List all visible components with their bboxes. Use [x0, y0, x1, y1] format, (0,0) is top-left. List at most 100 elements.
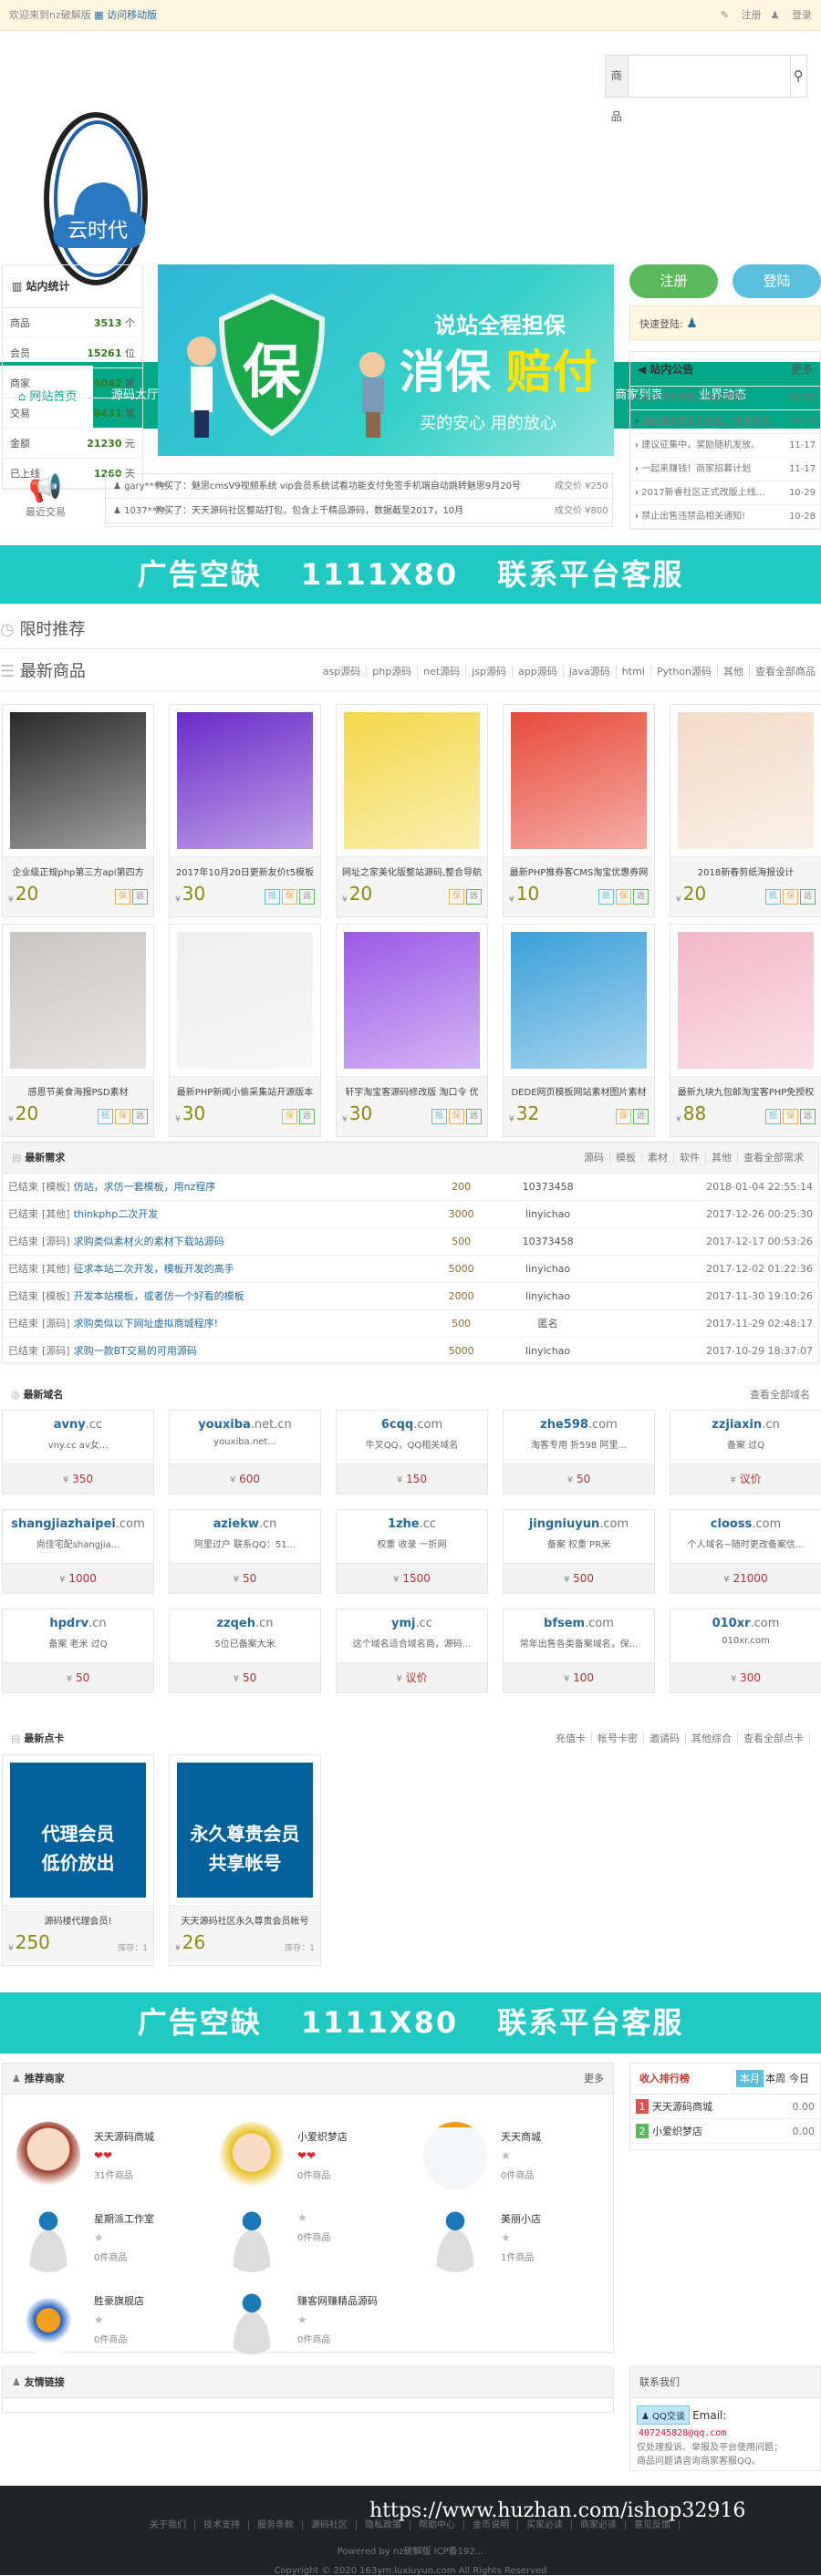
domain-card[interactable]: jingniuyun.com 备案 权重 PR米 ¥ 500 — [503, 1509, 655, 1594]
product-name[interactable]: 2017年10月20日更新友价t5模板 — [175, 864, 315, 878]
product-name[interactable]: 2018新春剪纸海报设计 — [676, 864, 816, 878]
ad-banner-top[interactable]: 广告空缺 1111X80 联系平台客服 — [0, 545, 821, 604]
ranking-tab[interactable]: 今日 — [787, 2070, 811, 2087]
ranking-item[interactable]: 2 小爱织梦店 0.00 — [630, 2119, 820, 2144]
notice-more-link[interactable]: 更多 — [791, 352, 813, 386]
footer-link[interactable]: 关于我们 — [141, 2520, 195, 2530]
product-image[interactable] — [511, 712, 647, 849]
product-name[interactable]: 最新九块九包邮淘宝客PHP免授权 — [676, 1084, 816, 1098]
merchant-avatar[interactable] — [220, 2204, 284, 2272]
domain-card[interactable]: zzjiaxin.cn 备案 过Q ¥ 议价 — [670, 1410, 821, 1495]
demand-filter-link[interactable]: 软件 — [674, 1152, 706, 1164]
merchant-item[interactable]: 美丽小店 ★ 1件商品 — [423, 2204, 624, 2277]
notice-item[interactable]: › 2017新睿社区正式改版上线... 10-29 — [630, 481, 820, 505]
merchant-item[interactable]: 小爱织梦店 ❤❤ 0件商品 — [220, 2122, 421, 2195]
point-card[interactable]: 代理会员 低价放出 源码楼代理会员! ¥250 库存：1 — [2, 1754, 154, 1966]
product-name[interactable]: 网址之家美化版整站源码,整合导航 — [342, 864, 482, 878]
product-card[interactable]: 2018新春剪纸海报设计 ¥20 抵保远 — [670, 704, 821, 917]
product-image[interactable] — [344, 712, 480, 849]
product-card[interactable]: 轩宇淘宝客源码修改版 淘口令 优 ¥30 抵保远 — [336, 924, 488, 1137]
ranking-item[interactable]: 1 天天源码商城 0.00 — [630, 2095, 820, 2119]
footer-link[interactable]: 技术支持 — [195, 2520, 249, 2530]
card-filter-link[interactable]: 帐号卡密 — [592, 1733, 644, 1744]
domain-card[interactable]: aziekw.cn 阿里过户 联系QQ：51... ¥ 50 — [169, 1509, 321, 1594]
mobile-link[interactable]: 访问移动版 — [107, 9, 157, 21]
merchant-avatar[interactable] — [220, 2122, 284, 2190]
product-card[interactable]: 网址之家美化版整站源码,整合导航 ¥20 保远 — [336, 704, 488, 917]
register-button[interactable]: 注册 — [629, 264, 718, 298]
merchant-item[interactable]: 天天源码商城 ❤❤ 31件商品 — [16, 2122, 217, 2195]
product-name[interactable]: 最新PHP推券客CMS淘宝优惠券网 — [509, 864, 649, 878]
card-name[interactable]: 天天源码社区永久尊贵会员帐号 — [175, 1913, 315, 1927]
domain-card[interactable]: 010xr.com 010xr.com ¥ 300 — [670, 1609, 821, 1693]
card-filter-link[interactable]: 邀请码 — [644, 1733, 686, 1744]
footer-link[interactable]: 服务条款 — [249, 2520, 303, 2530]
demand-filter-link[interactable]: 素材 — [642, 1152, 674, 1164]
merchant-avatar[interactable] — [220, 2286, 284, 2354]
demand-filter-link[interactable]: 其他 — [706, 1152, 738, 1164]
demand-filter-link[interactable]: 查看全部需求 — [738, 1152, 809, 1164]
product-name[interactable]: 最新PHP新闻小偷采集站开源版本 — [175, 1084, 315, 1098]
merchant-avatar[interactable] — [423, 2122, 487, 2190]
footer-link[interactable]: 源码社区 — [303, 2520, 357, 2530]
product-image[interactable] — [678, 712, 814, 849]
category-link[interactable]: html — [616, 666, 651, 678]
category-link[interactable]: app源码 — [513, 666, 564, 678]
category-link[interactable]: php源码 — [367, 666, 419, 678]
domain-card[interactable]: avny.cc vny.cc av女... ¥ 350 — [2, 1410, 154, 1495]
product-image[interactable] — [344, 932, 480, 1069]
demand-filter-link[interactable]: 模板 — [610, 1152, 642, 1164]
category-link[interactable]: 查看全部商品 — [750, 666, 821, 678]
domain-card[interactable]: zhe598.com 淘客专用 折598 阿里... ¥ 50 — [503, 1410, 655, 1495]
product-card[interactable]: 感恩节美食海报PSD素材 ¥20 抵保远 — [2, 924, 154, 1137]
login-link[interactable]: ♟ 登录 — [771, 9, 812, 21]
domain-card[interactable]: ymj.cc 这个域名适合域名商，源码... ¥ 议价 — [336, 1609, 488, 1693]
demand-title[interactable]: 仿站，求仿一套模板，用nz程序 — [74, 1174, 421, 1200]
product-image[interactable] — [10, 932, 146, 1069]
notice-item[interactable]: › 说站基本更新已完成，将逐步增... 11-29 — [630, 410, 820, 434]
product-card[interactable]: 最新PHP新闻小偷采集站开源版本 ¥30 保远 — [169, 924, 321, 1137]
domain-card[interactable]: 6cqq.com 牛叉QQ，QQ相关域名 ¥ 150 — [336, 1410, 488, 1495]
demand-title[interactable]: 求购类似素材火的素材下载站源码 — [74, 1228, 421, 1255]
product-card[interactable]: 企业级正规php第三方api第四方 ¥20 保远 — [2, 704, 154, 917]
contact-email[interactable]: 407245828@qq.com — [637, 2427, 729, 2439]
card-filter-link[interactable]: 查看全部点卡 — [738, 1733, 810, 1744]
notice-item[interactable]: › 禁止出售违禁品相关通知! 10-28 — [630, 505, 820, 529]
domain-card[interactable]: 1zhe.cc 权重 收录 一折网 ¥ 1500 — [336, 1509, 488, 1594]
category-link[interactable]: asp源码 — [317, 666, 368, 678]
notice-item[interactable]: › 一起来赚钱！商家招募计划 11-17 — [630, 458, 820, 481]
merchant-item[interactable]: 星期派工作室 ★ 0件商品 — [16, 2204, 217, 2277]
merchant-item[interactable]: 胜豪旗舰店 ★ 0件商品 — [16, 2286, 217, 2359]
category-link[interactable]: java源码 — [563, 666, 617, 678]
demand-title[interactable]: 求购类似以下网址虚拟商城程序! — [74, 1310, 421, 1337]
card-name[interactable]: 源码楼代理会员! — [8, 1913, 148, 1927]
card-filter-link[interactable]: 充值卡 — [550, 1733, 592, 1744]
ad-banner-bottom[interactable]: 广告空缺 1111X80 联系平台客服 — [0, 1992, 821, 2054]
card-image[interactable]: 代理会员 低价放出 — [10, 1763, 146, 1898]
category-link[interactable]: Python源码 — [650, 666, 718, 678]
qq-icon[interactable]: ♟ — [686, 316, 698, 331]
merchant-item[interactable]: 赚客网赚精品源码 ★ 0件商品 — [220, 2286, 421, 2359]
product-name[interactable]: 轩宇淘宝客源码修改版 淘口令 优 — [342, 1084, 482, 1098]
notice-item[interactable]: › 建议征集中，奖励随机发放。 11-17 — [630, 434, 820, 458]
product-name[interactable]: 企业级正规php第三方api第四方 — [8, 864, 148, 878]
domain-card[interactable]: hpdrv.cn 备案 老米 过Q ¥ 50 — [2, 1609, 154, 1693]
domain-card[interactable]: bfsem.com 常年出售各类备案域名，保... ¥ 100 — [503, 1609, 655, 1693]
search-category[interactable]: 商品 — [606, 56, 629, 123]
merchant-item[interactable]: ★ 0件商品 — [220, 2204, 421, 2277]
category-link[interactable]: jsp源码 — [466, 666, 514, 678]
merchant-avatar[interactable] — [16, 2286, 80, 2354]
category-link[interactable]: 其他 — [718, 666, 750, 678]
product-card[interactable]: 2017年10月20日更新友价t5模板 ¥30 抵保远 — [169, 704, 321, 917]
merchant-avatar[interactable] — [423, 2204, 487, 2272]
demand-filter-link[interactable]: 源码 — [578, 1152, 610, 1164]
register-link[interactable]: ✎ 注册 — [721, 9, 762, 21]
point-card[interactable]: 永久尊贵会员 共享帐号 天天源码社区永久尊贵会员帐号 ¥26 库存：1 — [169, 1754, 321, 1966]
product-card[interactable]: 最新PHP推券客CMS淘宝优惠券网 ¥10 抵保远 — [503, 704, 655, 917]
domains-more-link[interactable]: 查看全部域名 — [750, 1381, 810, 1409]
login-button[interactable]: 登陆 — [733, 264, 821, 298]
product-image[interactable] — [511, 932, 647, 1069]
product-name[interactable]: 感恩节美食海报PSD素材 — [8, 1084, 148, 1098]
promo-banner[interactable]: 保 说站全程担保 消保 赔付 买的安心 用的放心 — [158, 264, 614, 456]
product-image[interactable] — [177, 932, 313, 1069]
